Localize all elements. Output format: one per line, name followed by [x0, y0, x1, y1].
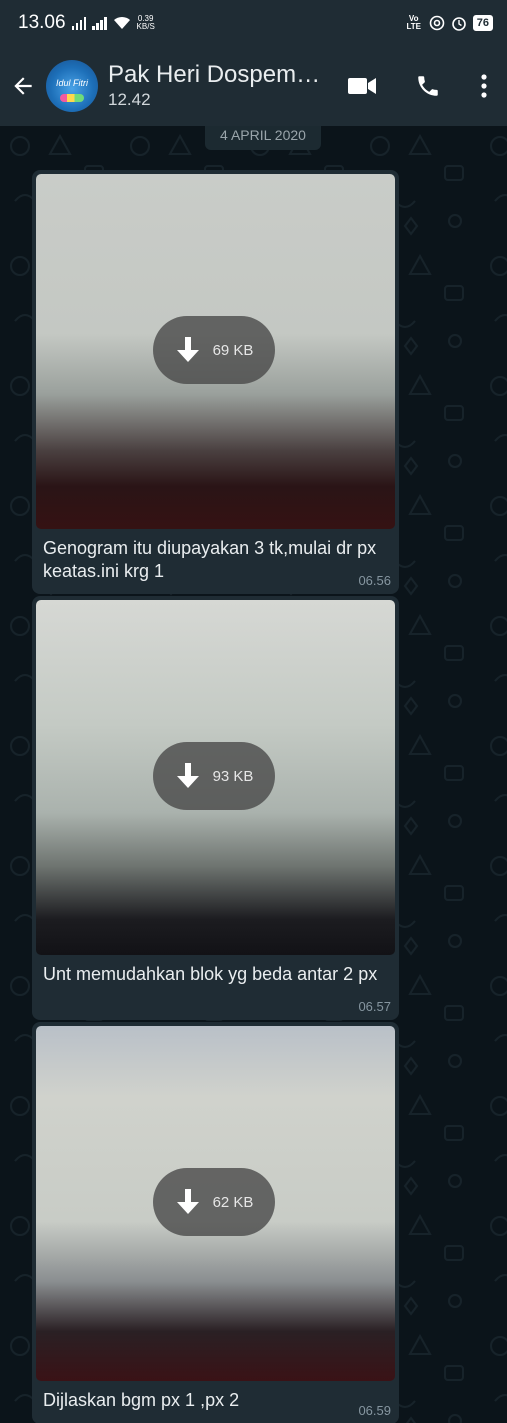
message-caption: Unt memudahkan blok yg beda antar 2 px	[43, 964, 378, 984]
date-divider: 4 APRIL 2020	[205, 126, 321, 150]
video-call-icon	[348, 78, 376, 94]
message-caption: Genogram itu diupayakan 3 tk,mulai dr px…	[43, 538, 377, 581]
message-bubble[interactable]: 69 KB Genogram itu diupayakan 3 tk,mulai…	[32, 170, 399, 594]
image-thumbnail[interactable]: 93 KB	[36, 600, 395, 955]
status-time: 13.06	[18, 12, 66, 33]
file-size: 93 KB	[212, 767, 254, 785]
status-bar: 13.06 0.39 KB/S Vo LTE 76	[0, 0, 507, 46]
contact-info[interactable]: Pak Heri Dospem… 12.42	[108, 61, 329, 111]
avatar-text: Idul Fitri	[55, 78, 88, 88]
chat-area[interactable]: 4 APRIL 2020 69 KB Genogram itu diupayak…	[0, 126, 507, 1423]
menu-button[interactable]	[461, 56, 507, 116]
download-arrow-icon	[176, 337, 199, 362]
status-left: 13.06 0.39 KB/S	[18, 12, 155, 34]
message-time: 06.59	[358, 1403, 391, 1418]
wifi-icon	[113, 16, 130, 29]
message-caption: Dijlaskan bgm px 1 ,px 2	[43, 1390, 240, 1410]
image-thumbnail[interactable]: 62 KB	[36, 1026, 395, 1381]
status-right: Vo LTE 76	[405, 15, 493, 31]
file-size: 69 KB	[212, 341, 254, 359]
at-icon	[429, 15, 445, 31]
avatar[interactable]: Idul Fitri	[46, 60, 98, 112]
download-arrow-icon	[176, 1189, 199, 1214]
download-button[interactable]: 93 KB	[153, 742, 275, 810]
net-speed-unit: KB/S	[136, 22, 155, 31]
message-bubble[interactable]: 93 KB Unt memudahkan blok yg beda antar …	[32, 596, 399, 1020]
contact-name: Pak Heri Dospem…	[108, 61, 321, 88]
video-call-button[interactable]	[329, 56, 395, 116]
avatar-decoration	[60, 94, 84, 102]
volte-label: Vo LTE	[406, 14, 421, 31]
arrow-left-icon	[14, 77, 32, 95]
phone-icon	[418, 76, 438, 96]
back-button[interactable]	[0, 73, 46, 99]
voice-call-button[interactable]	[395, 56, 461, 116]
message-bubble[interactable]: 62 KB Dijlaskan bgm px 1 ,px 2 06.59	[32, 1022, 399, 1423]
download-button[interactable]: 69 KB	[153, 316, 275, 384]
download-arrow-icon	[176, 763, 199, 788]
image-thumbnail[interactable]: 69 KB	[36, 174, 395, 529]
header-actions	[329, 56, 507, 116]
battery-indicator: 76	[472, 15, 493, 31]
message-time: 06.57	[358, 999, 391, 1014]
signal-2-icon	[92, 16, 107, 30]
file-size: 62 KB	[212, 1193, 254, 1211]
more-vertical-icon	[481, 74, 487, 98]
message-time: 06.56	[358, 573, 391, 588]
last-seen: 12.42	[108, 90, 151, 109]
signal-1-icon	[71, 16, 87, 30]
net-speed: 0.39 KB/S	[137, 15, 155, 31]
download-button[interactable]: 62 KB	[153, 1168, 275, 1236]
chat-header: Idul Fitri Pak Heri Dospem… 12.42	[0, 46, 507, 126]
alarm-icon	[451, 17, 466, 31]
